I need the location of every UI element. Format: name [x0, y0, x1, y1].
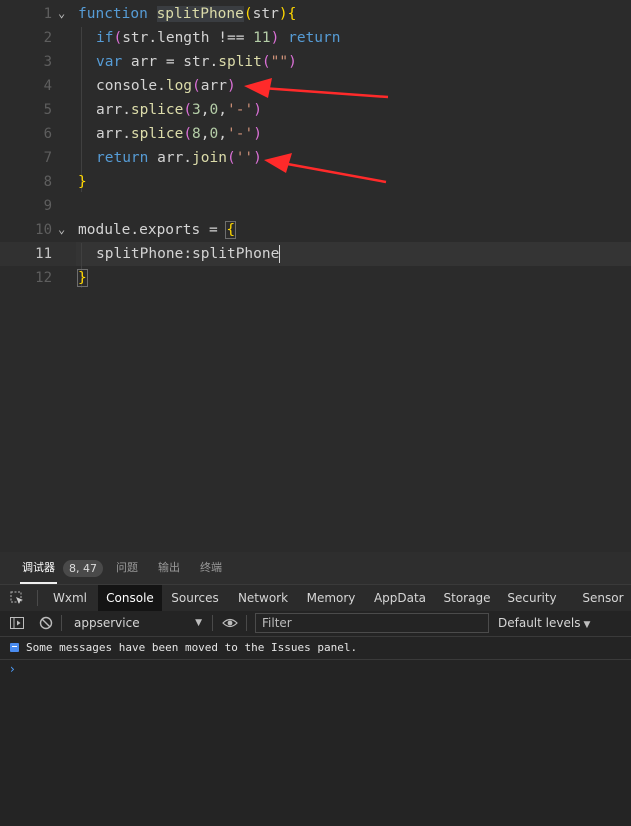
tab-console[interactable]: Console	[98, 585, 162, 611]
line-number: 4	[43, 78, 52, 94]
tab-storage[interactable]: Storage	[440, 585, 494, 611]
code-text: arr.splice(3,0,'-')	[96, 102, 262, 118]
line-number: 10	[35, 222, 52, 238]
context-select[interactable]: appservice ▼	[66, 614, 204, 633]
code-editor[interactable]: 1 ⌄ function splitPhone(str){ 2 if(str.l…	[0, 0, 631, 552]
code-text: console.log(arr)	[96, 78, 236, 94]
code-line-current[interactable]: 11 splitPhone:splitPhone	[0, 242, 631, 266]
line-number: 1	[43, 6, 52, 22]
code-line[interactable]: 7 return arr.join('')	[0, 146, 631, 170]
line-number: 5	[43, 102, 52, 118]
line-number: 3	[43, 54, 52, 70]
show-sidebar-icon[interactable]	[10, 616, 24, 630]
tab-debugger[interactable]: 调试器	[20, 552, 57, 584]
code-text: module.exports = {	[78, 221, 237, 239]
code-text: }	[78, 174, 87, 190]
line-number: 11	[35, 246, 52, 262]
devtools-panel: 调试器 8, 47 问题 输出 终端 Wxml Console Sources …	[0, 552, 631, 826]
divider	[37, 590, 38, 606]
tab-sensor[interactable]: Sensor	[578, 585, 628, 611]
tab-wxml[interactable]: Wxml	[46, 585, 94, 611]
devtools-top-tabs: 调试器 8, 47 问题 输出 终端	[0, 552, 631, 584]
divider	[212, 615, 213, 631]
code-text: arr.splice(8,0,'-')	[96, 126, 262, 142]
line-number: 12	[35, 270, 52, 286]
tab-sources[interactable]: Sources	[166, 585, 224, 611]
line-number: 9	[43, 198, 52, 214]
filter-input[interactable]: Filter	[255, 613, 489, 633]
tab-network[interactable]: Network	[232, 585, 294, 611]
code-line[interactable]: 4 console.log(arr)	[0, 74, 631, 98]
code-line[interactable]: 8 }	[0, 170, 631, 194]
code-text: splitPhone:splitPhone	[96, 245, 281, 263]
code-text: function splitPhone(str){	[78, 6, 297, 22]
code-line[interactable]: 6 arr.splice(8,0,'-')	[0, 122, 631, 146]
eye-icon[interactable]	[222, 616, 238, 630]
inspect-element-icon[interactable]	[10, 591, 24, 605]
code-line[interactable]: 2 if(str.length !== 11) return	[0, 26, 631, 50]
code-text: }	[77, 269, 88, 287]
line-number: 7	[43, 150, 52, 166]
tab-memory[interactable]: Memory	[302, 585, 360, 611]
tab-terminal[interactable]: 终端	[200, 552, 222, 584]
code-line[interactable]: 9	[0, 194, 631, 218]
text-cursor	[279, 245, 281, 263]
code-line[interactable]: 5 arr.splice(3,0,'-')	[0, 98, 631, 122]
console-messages: Some messages have been moved to the Iss…	[0, 637, 631, 676]
code-line[interactable]: 1 ⌄ function splitPhone(str){	[0, 2, 631, 26]
tab-problems[interactable]: 问题	[116, 552, 138, 584]
divider	[246, 615, 247, 631]
code-text: var arr = str.split("")	[96, 54, 297, 70]
code-line[interactable]: 10 ⌄ module.exports = {	[0, 218, 631, 242]
tab-appdata[interactable]: AppData	[370, 585, 430, 611]
fold-chevron-icon[interactable]: ⌄	[58, 218, 65, 240]
code-text: return arr.join('')	[96, 150, 262, 166]
panel-tabs: Wxml Console Sources Network Memory AppD…	[0, 584, 631, 612]
console-prompt-icon[interactable]: ›	[10, 662, 15, 676]
tab-security[interactable]: Security	[504, 585, 560, 611]
log-levels-select[interactable]: Default levels ▼	[498, 614, 590, 633]
line-number: 8	[43, 174, 52, 190]
line-number: 6	[43, 126, 52, 142]
indent-guide	[81, 27, 82, 192]
cursor-position-badge: 8, 47	[63, 560, 103, 577]
code-line[interactable]: 3 var arr = str.split("")	[0, 50, 631, 74]
divider	[61, 615, 62, 631]
fold-chevron-icon[interactable]: ⌄	[58, 2, 65, 24]
clear-console-icon[interactable]	[39, 616, 53, 630]
tab-output[interactable]: 输出	[158, 552, 180, 584]
info-message-icon	[10, 643, 19, 652]
code-line[interactable]: 12 }	[0, 266, 631, 290]
dropdown-triangle-icon: ▼	[583, 620, 591, 630]
line-number: 2	[43, 30, 52, 46]
dropdown-triangle-icon: ▼	[195, 618, 202, 628]
code-text: if(str.length !== 11) return	[96, 30, 341, 46]
console-toolbar: appservice ▼ Filter Default levels ▼	[0, 611, 631, 637]
console-message[interactable]: Some messages have been moved to the Iss…	[0, 637, 631, 660]
